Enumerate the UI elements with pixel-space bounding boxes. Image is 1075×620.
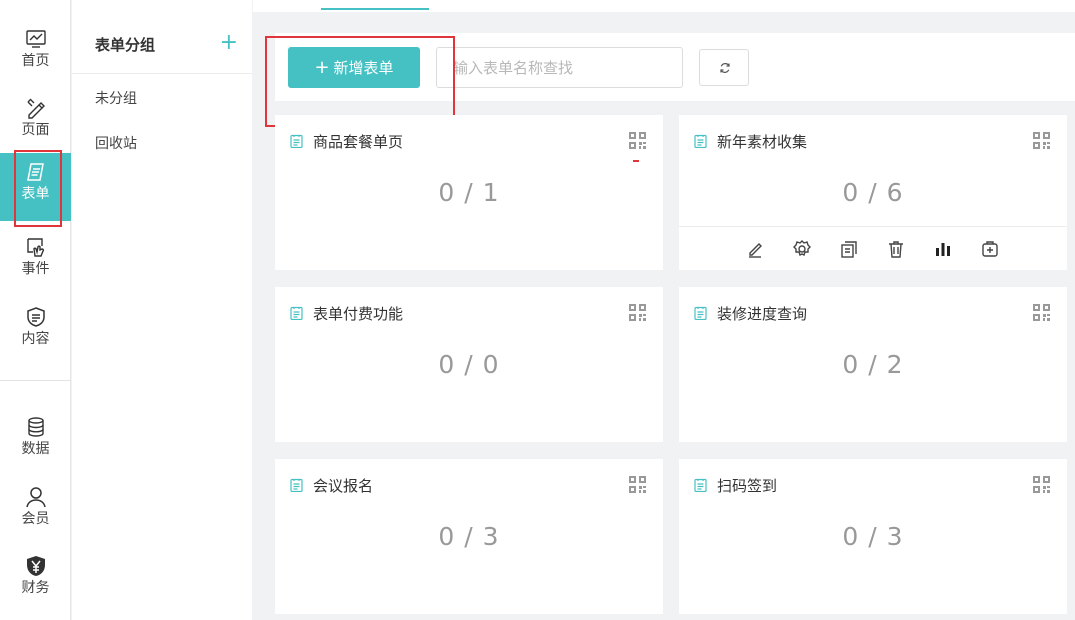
form-doc-icon [290,478,303,492]
copy-icon[interactable] [839,239,859,259]
group-item-recycle-bin[interactable]: 回收站 [95,133,137,153]
user-icon [25,487,46,508]
group-item-ungrouped[interactable]: 未分组 [95,88,137,108]
nav-item-home[interactable]: 首页 [0,20,71,80]
form-card-actions [679,226,1067,272]
refresh-icon [720,63,730,73]
delete-icon[interactable] [886,239,906,259]
form-doc-icon [694,478,707,492]
qr-code-icon[interactable] [1033,304,1050,321]
content-shield-icon [26,307,45,327]
form-card-title: 装修进度查询 [717,305,808,323]
form-card-title: 商品套餐单页 [313,133,404,151]
monitor-icon [25,30,46,48]
form-doc-icon [290,134,303,148]
form-doc-icon [694,306,707,320]
nav-item-content[interactable]: 内容 [0,298,71,358]
form-card-count: 0 / 0 [438,350,500,379]
highlight-box-nav [14,150,62,227]
nav-label: 财务 [21,580,50,596]
form-card-count: 0 / 6 [842,178,904,207]
add-icon[interactable] [980,239,1000,259]
form-card[interactable]: 会议报名 0 / 3 [275,459,663,614]
nav-label: 会员 [21,511,50,527]
form-card[interactable]: 表单付费功能 0 / 0 [275,287,663,442]
qr-code-icon[interactable] [629,132,646,149]
form-doc-icon [694,134,707,148]
form-card-title: 新年素材收集 [717,133,808,151]
settings-icon[interactable] [792,239,812,259]
refresh-button[interactable] [699,49,749,86]
red-marker [633,160,639,162]
edit-icon[interactable] [745,239,765,259]
search-input[interactable] [436,47,683,88]
qr-code-icon[interactable] [629,304,646,321]
nav-label: 事件 [21,261,50,277]
form-doc-icon [290,306,303,320]
nav-item-members[interactable]: 会员 [0,478,71,538]
form-card-count: 0 / 3 [438,522,500,551]
top-tab-bar [253,0,1075,12]
nav-item-events[interactable]: 事件 [0,228,71,288]
qr-code-icon[interactable] [1033,476,1050,493]
form-card[interactable]: 装修进度查询 0 / 2 [679,287,1067,442]
nav-label: 数据 [21,441,50,457]
nav-label: 首页 [21,53,50,69]
design-tools-icon [27,98,45,119]
touch-icon [26,238,44,257]
form-group-panel: 表单分组 + 未分组 回收站 [72,0,252,620]
qr-code-icon[interactable] [629,476,646,493]
active-tab-indicator [321,8,429,10]
add-group-icon[interactable]: + [220,32,238,54]
nav-item-data[interactable]: 数据 [0,408,71,468]
form-card[interactable]: 新年素材收集 0 / 6 [679,115,1067,270]
group-panel-title: 表单分组 [95,36,156,54]
nav-label: 内容 [21,331,50,347]
highlight-box-add-form [265,36,455,127]
nav-label: 页面 [21,122,50,138]
nav-item-pages[interactable]: 页面 [0,89,71,149]
form-card-title: 会议报名 [313,477,374,495]
main-content: +新增表单 商品套餐单页 0 / 1 新年素材收集 0 / 6 表单付费功能 0… [253,0,1075,620]
main-nav: 首页 页面 表单 事件 内容 数据 会员 财务 [0,0,71,620]
form-card[interactable]: 商品套餐单页 0 / 1 [275,115,663,270]
yen-shield-icon [26,556,45,576]
form-card-title: 表单付费功能 [313,305,404,323]
form-card-count: 0 / 1 [438,178,500,207]
form-card-count: 0 / 3 [842,522,904,551]
form-card[interactable]: 扫码签到 0 / 3 [679,459,1067,614]
nav-item-finance[interactable]: 财务 [0,547,71,607]
qr-code-icon[interactable] [1033,132,1050,149]
stats-icon[interactable] [933,239,953,259]
form-card-title: 扫码签到 [717,477,778,495]
group-panel-header: 表单分组 + [72,0,252,74]
form-card-count: 0 / 2 [842,350,904,379]
nav-divider [0,380,71,381]
database-icon [27,417,44,437]
